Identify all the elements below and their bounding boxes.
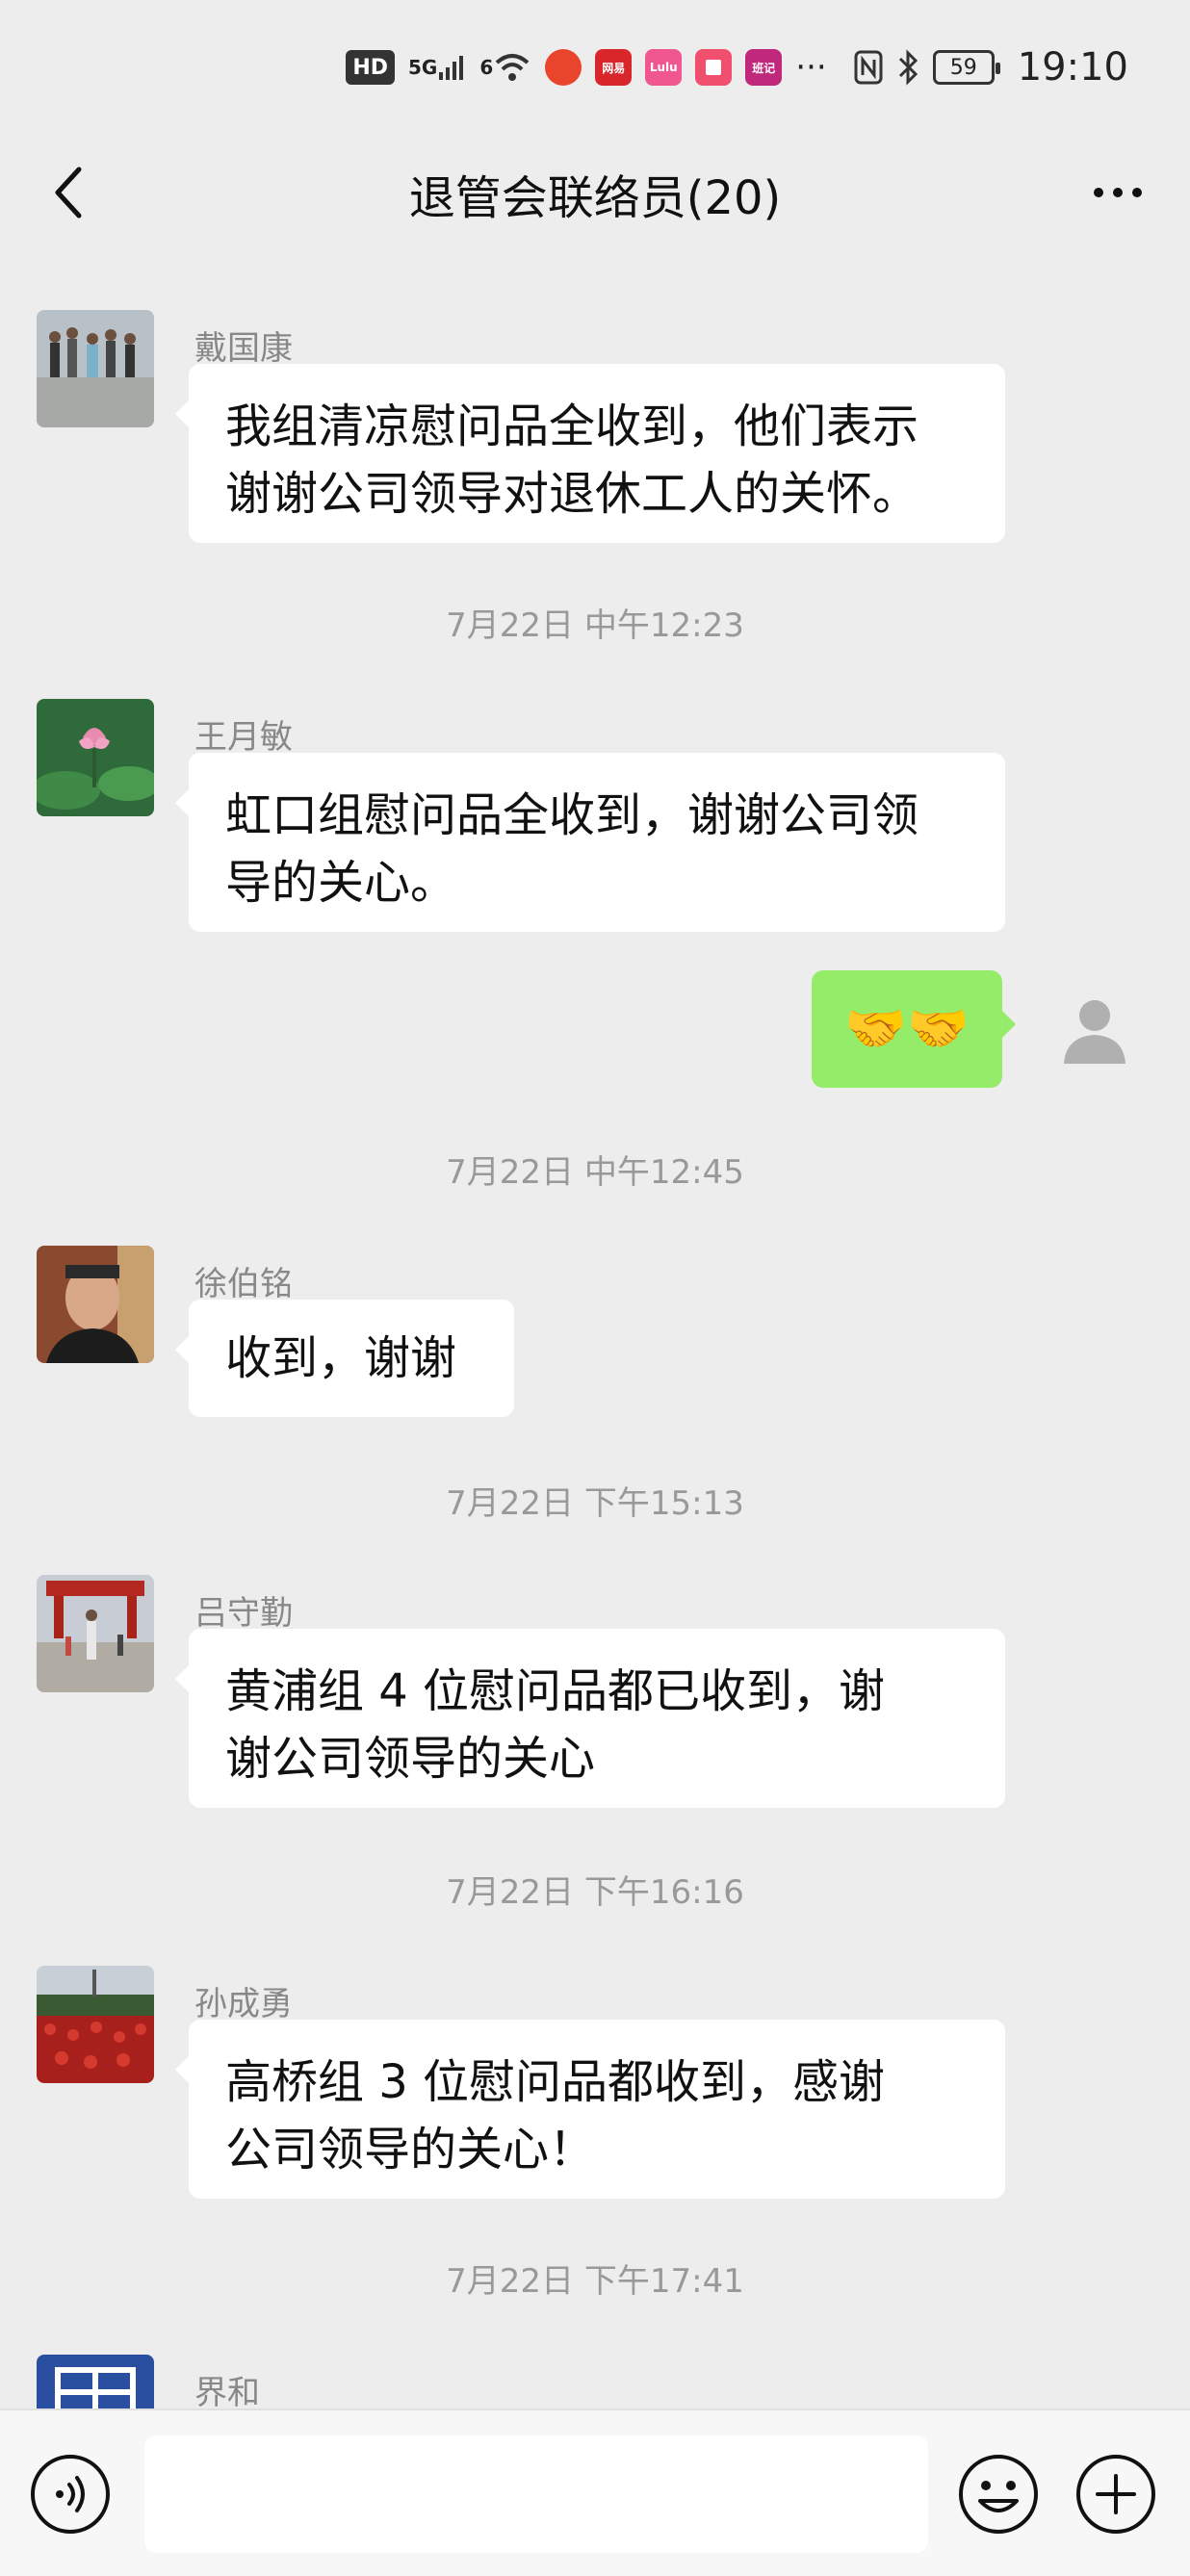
message-bubble[interactable]: 收到，谢谢 <box>175 1300 514 1417</box>
status-bar: HD 5G 6 网易 Lulu 班记 ··· 59 19:10 <box>0 0 1190 135</box>
user-placeholder-icon <box>1064 1000 1125 1064</box>
message-text-line: 黄浦组 4 位慰问品都已收到，谢 <box>225 1664 886 1718</box>
input-bar <box>0 2409 1190 2576</box>
chevron-left-icon <box>55 167 82 219</box>
sender-name: 徐伯铭 <box>194 1265 293 1303</box>
netease-app-icon: 网易 <box>595 49 633 86</box>
message-text-line: 我组清凉慰问品全收到，他们表示 <box>225 399 919 453</box>
message-input[interactable] <box>144 2435 928 2553</box>
wifi-icon: 6 <box>479 50 531 85</box>
self-message-bubble[interactable]: 🤝🤝 <box>812 970 1016 1088</box>
message-text-line: 收到，谢谢 <box>225 1331 457 1385</box>
hd-icon: HD <box>346 50 396 85</box>
news-app-label: 班记 <box>752 61 776 75</box>
more-notifications-icon: ··· <box>795 48 827 87</box>
signal-5g-icon: 5G <box>408 50 466 85</box>
message-text-line: 导的关心。 <box>225 856 457 910</box>
app-notification-icon <box>545 49 582 86</box>
book-app-icon <box>695 49 733 86</box>
sender-name: 孙成勇 <box>194 1985 293 2023</box>
message-text-line: 高桥组 3 位慰问品都收到，感谢 <box>225 2055 886 2109</box>
avatar[interactable] <box>37 310 154 427</box>
message-text-line: 公司领导的关心！ <box>225 2123 596 2177</box>
chat-header: 退管会联络员(20) <box>0 135 1190 252</box>
sender-name: 戴国康 <box>194 329 293 368</box>
sender-name: 界和 <box>194 2374 260 2409</box>
battery-level: 59 <box>949 55 977 80</box>
plus-icon <box>1076 2455 1155 2534</box>
news-app-icon: 班记 <box>745 49 783 86</box>
timestamp: 7月22日 下午16:16 <box>446 1873 744 1912</box>
emoji-button[interactable] <box>957 2453 1040 2536</box>
more-dot-icon <box>1132 188 1142 197</box>
netease-app-label: 网易 <box>602 61 626 75</box>
nfc-icon <box>854 50 883 85</box>
smiley-icon <box>959 2455 1038 2534</box>
voice-icon <box>31 2455 110 2534</box>
message-bubble[interactable]: 我组清凉慰问品全收到，他们表示 谢谢公司领导对退休工人的关怀。 <box>175 364 1005 543</box>
signal-label: 5G <box>408 56 438 79</box>
timestamp: 7月22日 中午12:23 <box>446 606 744 645</box>
more-actions-button[interactable] <box>1074 2453 1157 2536</box>
message-list[interactable]: 戴国康 我组清凉慰问品全收到，他们表示 谢谢公司领导对退休工人的关怀。 7月22… <box>0 252 1190 2409</box>
message-bubble[interactable]: 黄浦组 4 位慰问品都已收到，谢 谢公司领导的关心 <box>175 1629 1005 1808</box>
timestamp: 7月22日 中午12:45 <box>446 1153 744 1192</box>
avatar[interactable] <box>37 2355 154 2409</box>
back-button[interactable] <box>29 154 106 231</box>
timestamp: 7月22日 下午17:41 <box>446 2262 744 2301</box>
wifi-label: 6 <box>479 56 494 79</box>
avatar[interactable] <box>37 699 154 816</box>
message-text-line: 谢谢公司领导对退休工人的关怀。 <box>225 467 919 521</box>
lulu-app-icon: Lulu <box>645 49 683 86</box>
avatar[interactable] <box>37 1966 154 2083</box>
timestamp: 7月22日 下午15:13 <box>446 1484 744 1523</box>
lulu-app-label: Lulu <box>649 61 678 74</box>
sender-name: 王月敏 <box>194 718 293 757</box>
message-text-line: 虹口组慰问品全收到，谢谢公司领 <box>225 788 919 842</box>
bluetooth-icon <box>896 49 919 86</box>
more-dot-icon <box>1094 188 1103 197</box>
sender-name: 吕守勤 <box>194 1594 293 1633</box>
clock: 19:10 <box>1017 45 1128 90</box>
message-bubble[interactable]: 高桥组 3 位慰问品都收到，感谢 公司领导的关心！ <box>175 2020 1005 2199</box>
battery-icon: 59 <box>932 50 1000 85</box>
message-bubble[interactable]: 虹口组慰问品全收到，谢谢公司领 导的关心。 <box>175 753 1005 932</box>
handshake-emoji: 🤝🤝 <box>844 1000 970 1058</box>
self-avatar[interactable] <box>1036 970 1153 1088</box>
more-dot-icon <box>1113 188 1123 197</box>
more-options-button[interactable] <box>1074 154 1161 231</box>
voice-input-button[interactable] <box>29 2453 112 2536</box>
avatar[interactable] <box>37 1246 154 1363</box>
chat-title: 退管会联络员(20) <box>408 171 782 225</box>
avatar[interactable] <box>37 1575 154 1692</box>
message-text-line: 谢公司领导的关心 <box>225 1732 596 1786</box>
